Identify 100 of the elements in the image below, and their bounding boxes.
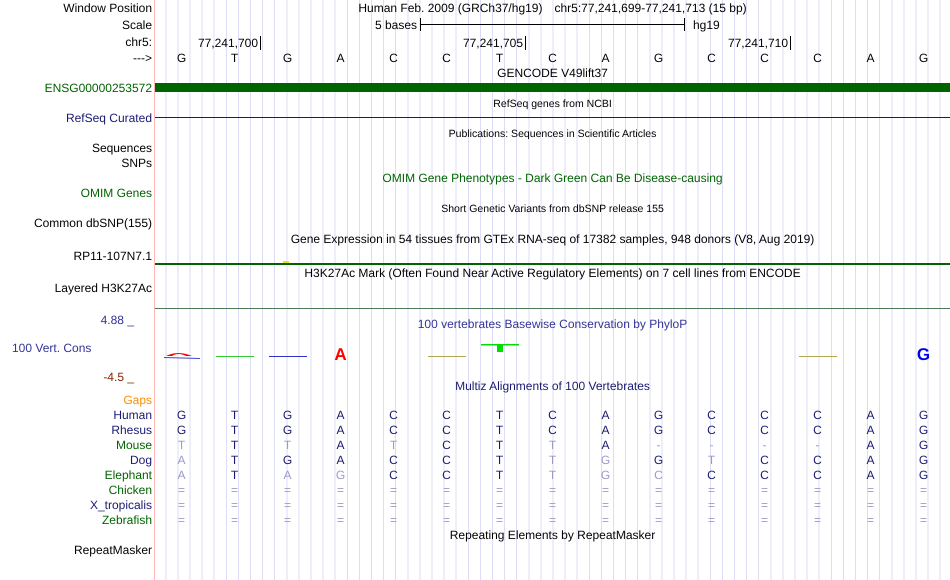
track-title: Gene Expression in 54 tissues from GTEx RNA-seq of 17382 samples, 948 donors (V8, Aug 2019) [290,232,814,246]
position-tick: 77,241,710 [728,36,791,50]
track-label[interactable]: Sequences [92,138,152,156]
base-letter: A [866,50,874,64]
base-letter: C [389,50,398,64]
aligned-base: G [918,422,928,436]
aligned-base: C [389,408,398,422]
track-label[interactable]: 100 Vert. Cons [0,339,154,357]
aligned-base: T [496,408,504,422]
aligned-base: C [760,452,769,466]
species-label[interactable]: Elephant [104,466,152,484]
aligned-base: = [760,498,768,512]
base-letter: A [601,50,610,64]
aligned-base: = [760,512,768,526]
aligned-base: G [282,408,292,422]
aligned-base: T [230,438,238,452]
aligned-base: T [230,408,238,422]
aligned-base: T [496,468,504,482]
aligned-base: = [284,512,291,526]
aligned-base: = [602,498,609,512]
track-label[interactable]: RefSeq Curated [66,108,152,126]
aligned-base: C [654,468,663,482]
track-label[interactable]: OMIM Genes [80,184,152,202]
aligned-base: A [336,408,344,422]
aligned-base: = [866,482,874,496]
aligned-base: G [918,452,928,466]
base-letter: C [548,50,557,64]
aligned-base: = [496,482,503,496]
aligned-base: - [816,438,820,452]
aligned-base: A [601,422,610,436]
track-label[interactable]: Layered H3K27Ac [54,278,152,296]
species-label[interactable]: Human [113,406,152,424]
species-label[interactable]: Chicken [108,480,152,498]
aligned-base: T [548,468,556,482]
aligned-base: = [442,498,450,512]
aligned-base: A [336,438,344,452]
aligned-base: = [230,482,238,496]
aligned-base: = [390,482,397,496]
species-label[interactable]: Zebrafish [102,510,152,528]
gene-bar[interactable] [155,83,950,92]
track-title: 100 vertebrates Basewise Conservation by PhyloP [418,317,688,331]
aligned-base: = [602,482,609,496]
base-letter: C [760,50,769,64]
aligned-base: G [654,452,664,466]
base-letter: C [813,50,822,64]
track-label[interactable]: RP11-107N7.1 [74,247,152,265]
scale-assembly: hg19 [693,18,720,32]
track-title: GENCODE V49lift37 [497,66,608,80]
aligned-base: = [178,482,185,496]
aligned-base: = [920,498,927,512]
aligned-base: G [176,408,186,422]
gene-line[interactable] [155,117,950,118]
aligned-base: = [920,512,927,526]
species-label[interactable]: X_tropicalis [90,496,152,514]
aligned-base: C [760,468,769,482]
aligned-base: A [866,452,874,466]
aligned-base: = [814,498,821,512]
aligned-base: = [602,512,609,526]
aligned-base: G [600,452,610,466]
aligned-base: A [177,468,186,482]
species-label[interactable]: Dog [130,450,152,468]
aligned-base: = [654,482,662,496]
track-label[interactable]: SNPs [121,154,152,172]
aligned-base: A [601,438,610,452]
aligned-base: = [442,512,450,526]
aligned-base: C [813,468,822,482]
aligned-base: T [548,438,556,452]
species-label[interactable]: Rhesus [111,420,152,438]
aligned-base: C [813,422,822,436]
track-title: Repeating Elements by RepeatMasker [450,528,656,542]
conservation-mark [164,352,200,360]
aligned-base: C [442,438,451,452]
aligned-base: A [866,408,874,422]
axis-min: -4.5 _ [103,369,136,386]
aligned-base: = [496,498,503,512]
aligned-base: = [284,482,291,496]
aligned-base: G [654,408,664,422]
aligned-base: T [230,422,238,436]
logo-letter: A [334,348,347,362]
aligned-base: C [707,468,716,482]
aligned-base: = [178,498,185,512]
aligned-base: T [178,438,186,452]
aligned-base: C [707,422,716,436]
aligned-base: C [760,422,769,436]
aligned-base: C [548,422,557,436]
track-label[interactable]: ENSG00000253572 [44,78,152,96]
track-label[interactable]: Common dbSNP(155) [34,214,152,232]
aligned-base: = [866,498,874,512]
track-label[interactable]: RepeatMasker [74,540,152,558]
aligned-base: G [918,408,928,422]
position-tick: 77,241,700 [198,36,261,50]
aligned-base: = [760,482,768,496]
aligned-base: A [177,452,186,466]
base-letter: T [496,50,504,64]
species-label[interactable]: Mouse [116,436,152,454]
aligned-base: C [389,468,398,482]
aligned-base: = [708,512,715,526]
aligned-base: = [390,498,397,512]
row-label: chr5: [125,34,152,50]
track-title: Multiz Alignments of 100 Vertebrates [455,378,650,392]
